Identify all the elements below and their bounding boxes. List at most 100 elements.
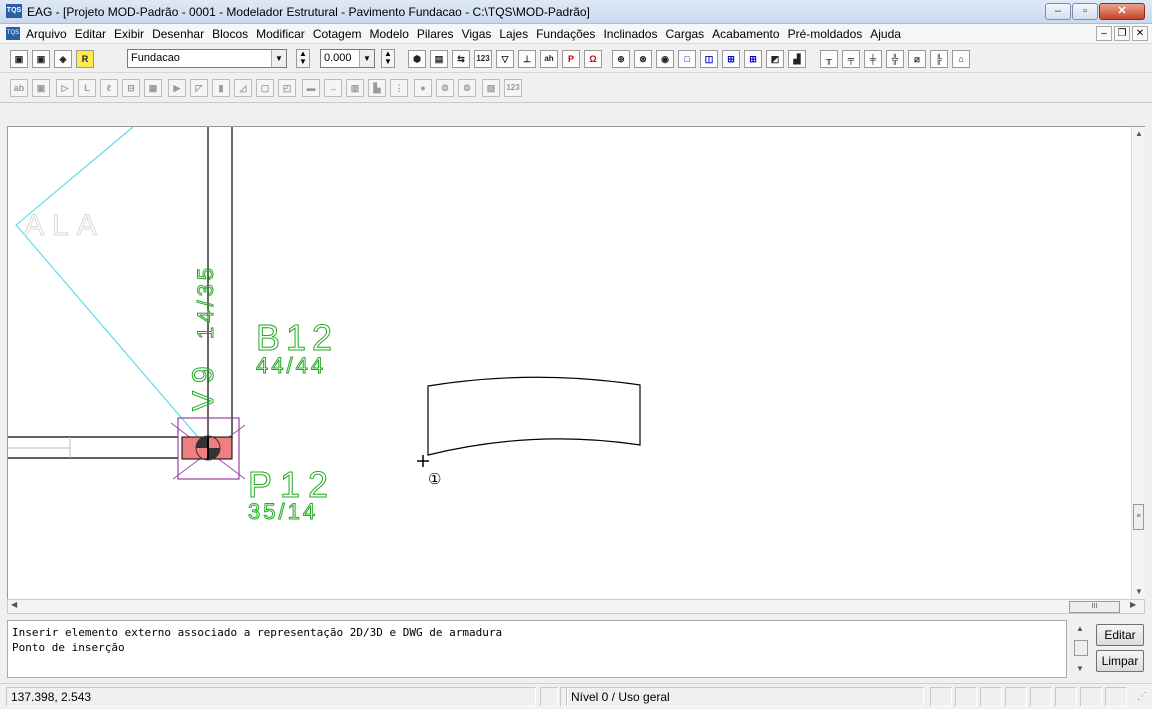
scroll-up-icon[interactable]: ▲ [1076, 624, 1084, 633]
ramp-icon[interactable]: ⧄ [908, 50, 926, 68]
doc-close-button[interactable]: ✕ [1132, 26, 1148, 41]
stair-icon[interactable]: ▟ [788, 50, 806, 68]
layers-icon[interactable]: ◈ [54, 50, 72, 68]
scroll-up-icon[interactable]: ▲ [1132, 129, 1146, 138]
pillar-insert-icon[interactable]: ╥ [820, 50, 838, 68]
pillar-tool-icon[interactable]: ▷ [56, 79, 74, 97]
brush-icon[interactable]: ● [414, 79, 432, 97]
drawing-svg[interactable]: ALA V9 14/35 B12 44/44 P12 35/14 ① [8, 127, 1132, 599]
resize-grip-icon[interactable]: ⋰ [1137, 691, 1147, 702]
slab-number-icon[interactable]: ⊟ [122, 79, 140, 97]
vertical-scroll-thumb[interactable]: ≡ [1133, 504, 1144, 530]
gear-icon[interactable]: ⚙ [458, 79, 476, 97]
roof-icon[interactable]: ⌂ [952, 50, 970, 68]
menu-item-modelo[interactable]: Modelo [370, 27, 409, 41]
text-tool-icon[interactable]: ab [10, 79, 28, 97]
save-as-icon[interactable]: ▣ [32, 50, 50, 68]
chart-icon[interactable]: ▙ [368, 79, 386, 97]
magnet-icon[interactable]: Ω [584, 50, 602, 68]
doc-minimize-button[interactable]: – [1096, 26, 1112, 41]
menu-item-editar[interactable]: Editar [75, 27, 106, 41]
menu-item-fundações[interactable]: Fundações [536, 27, 595, 41]
menu-item-acabamento[interactable]: Acabamento [712, 27, 779, 41]
calc-icon[interactable]: ▨ [482, 79, 500, 97]
drawing-canvas[interactable]: ALA V9 14/35 B12 44/44 P12 35/14 ① [7, 126, 1145, 600]
command-scrollbar[interactable]: ▲ ▼ [1074, 622, 1088, 678]
text-height-icon[interactable]: ah [540, 50, 558, 68]
width-icon[interactable]: ↔ [324, 79, 342, 97]
scroll-right-icon[interactable]: ▶ [1130, 600, 1136, 609]
cut-icon[interactable]: ▶ [168, 79, 186, 97]
menu-item-arquivo[interactable]: Arquivo [26, 27, 67, 41]
ruler-icon[interactable]: ▬ [302, 79, 320, 97]
column-edit-icon[interactable]: ▮ [212, 79, 230, 97]
coordinates-display: 137.398, 2.543 [6, 687, 536, 707]
detail-icon[interactable]: ▦ [144, 79, 162, 97]
document-icon[interactable]: TQS [6, 27, 20, 40]
process-icon[interactable]: ⇆ [452, 50, 470, 68]
maximize-button[interactable]: ▫ [1072, 3, 1098, 20]
scroll-down-icon[interactable]: ▼ [1132, 587, 1146, 596]
status-indicator [1080, 687, 1102, 707]
pattern-icon[interactable]: ◰ [278, 79, 296, 97]
numbering-icon[interactable]: 123 [474, 50, 492, 68]
menu-item-pré-moldados[interactable]: Pré-moldados [788, 27, 863, 41]
precast-icon[interactable]: ╠ [930, 50, 948, 68]
pv-icon[interactable]: P [562, 50, 580, 68]
filter-icon[interactable]: ▽ [496, 50, 514, 68]
zoom-icon[interactable]: ⊕ [612, 50, 630, 68]
close-button[interactable]: ✕ [1099, 3, 1145, 20]
scroll-down-icon[interactable]: ▼ [1076, 664, 1084, 673]
menu-item-cargas[interactable]: Cargas [665, 27, 704, 41]
horizontal-scrollbar[interactable]: ◀ III ▶ [7, 599, 1145, 614]
slab-text-icon[interactable]: ℓ [100, 79, 118, 97]
save-icon[interactable]: ▣ [10, 50, 28, 68]
beam-insert-icon[interactable]: ╤ [842, 50, 860, 68]
r-badge-icon[interactable]: R [76, 50, 94, 68]
book-icon[interactable]: ▤ [430, 50, 448, 68]
menu-item-lajes[interactable]: Lajes [499, 27, 528, 41]
dimension-icon[interactable]: ◸ [190, 79, 208, 97]
clear-button[interactable]: Limpar [1096, 650, 1144, 672]
block-b12-label: B12 [256, 317, 338, 358]
column-icon[interactable]: ⊥ [518, 50, 536, 68]
gear-settings-icon[interactable]: ⚙ [436, 79, 454, 97]
menu-item-inclinados[interactable]: Inclinados [603, 27, 657, 41]
slab-insert-icon[interactable]: ╪ [864, 50, 882, 68]
vertical-scrollbar[interactable]: ▲ ≡ ▼ [1131, 127, 1145, 599]
menu-item-vigas[interactable]: Vigas [462, 27, 492, 41]
command-scroll-thumb[interactable] [1074, 640, 1088, 656]
level-select[interactable]: 0.000 ▼ [320, 49, 375, 68]
menu-item-desenhar[interactable]: Desenhar [152, 27, 204, 41]
level-spinner[interactable]: ▲ ▼ [381, 49, 395, 68]
frame-tool-icon[interactable]: ▣ [32, 79, 50, 97]
grid-icon[interactable]: ▥ [346, 79, 364, 97]
shape-icon[interactable]: ◿ [234, 79, 252, 97]
square-icon[interactable]: ▢ [256, 79, 274, 97]
menu-item-blocos[interactable]: Blocos [212, 27, 248, 41]
render-icon[interactable]: ◉ [656, 50, 674, 68]
menu-item-ajuda[interactable]: Ajuda [870, 27, 901, 41]
scroll-left-icon[interactable]: ◀ [11, 600, 17, 609]
zoom-warning-icon[interactable]: ⊗ [634, 50, 652, 68]
edit-button[interactable]: Editar [1096, 624, 1144, 646]
colored-view-icon[interactable]: ◩ [766, 50, 784, 68]
minimize-button[interactable]: – [1045, 3, 1071, 20]
menu-item-cotagem[interactable]: Cotagem [313, 27, 362, 41]
split-view-icon[interactable]: ◫ [700, 50, 718, 68]
model-3d-icon[interactable]: ⬢ [408, 50, 426, 68]
horizontal-scroll-thumb[interactable]: III [1069, 601, 1120, 613]
beam-tool-icon[interactable]: L [78, 79, 96, 97]
foundation-insert-icon[interactable]: ╬ [886, 50, 904, 68]
menu-item-modificar[interactable]: Modificar [256, 27, 305, 41]
numbering-gray-icon[interactable]: 123 [504, 79, 522, 97]
floor-spinner[interactable]: ▲ ▼ [296, 49, 310, 68]
split-icon[interactable]: ⋮ [390, 79, 408, 97]
floor-select[interactable]: Fundacao ▼ [127, 49, 287, 68]
menu-item-exibir[interactable]: Exibir [114, 27, 144, 41]
doc-restore-button[interactable]: ❐ [1114, 26, 1130, 41]
three-view-icon[interactable]: ⊞ [722, 50, 740, 68]
four-view-icon[interactable]: ⊞ [744, 50, 762, 68]
window-icon[interactable]: □ [678, 50, 696, 68]
menu-item-pilares[interactable]: Pilares [417, 27, 454, 41]
